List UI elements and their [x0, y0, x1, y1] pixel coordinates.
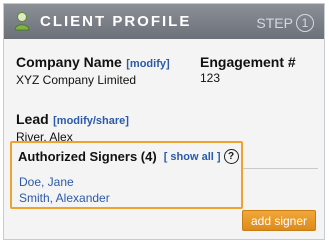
add-signer-button[interactable]: add signer — [242, 210, 316, 231]
lead-modify-share-link[interactable]: [modify/share] — [53, 115, 129, 127]
step-number: 1 — [296, 14, 314, 32]
company-name-label: Company Name — [16, 54, 122, 70]
lead-label: Lead — [16, 111, 49, 127]
step-indicator: STEP 1 — [256, 14, 314, 32]
card-header: CLIENT PROFILE STEP 1 — [4, 4, 324, 39]
user-icon — [14, 12, 30, 31]
company-section: Company Name [modify] XYZ Company Limite… — [16, 54, 170, 88]
lead-section: Lead [modify/share] River, Alex — [16, 111, 129, 145]
engagement-section: Engagement # 123 — [200, 54, 296, 86]
card-title: CLIENT PROFILE — [40, 13, 192, 30]
section-divider — [240, 168, 318, 169]
authorized-signers-section: Authorized Signers (4) [ show all ] ? Do… — [10, 141, 243, 209]
company-modify-link[interactable]: [modify] — [126, 58, 169, 70]
engagement-label: Engagement # — [200, 54, 296, 70]
engagement-value: 123 — [200, 71, 221, 85]
show-all-link[interactable]: [ show all ] — [164, 151, 221, 163]
signer-link[interactable]: Smith, Alexander — [19, 191, 110, 205]
authorized-signers-label: Authorized Signers (4) — [18, 149, 157, 164]
question-circle-icon[interactable]: ? — [223, 149, 239, 164]
step-label: STEP — [256, 15, 293, 31]
company-name-value: XYZ Company Limited — [16, 73, 137, 87]
signer-link[interactable]: Doe, Jane — [19, 175, 74, 189]
client-profile-card: CLIENT PROFILE STEP 1 Company Name [modi… — [3, 3, 325, 240]
